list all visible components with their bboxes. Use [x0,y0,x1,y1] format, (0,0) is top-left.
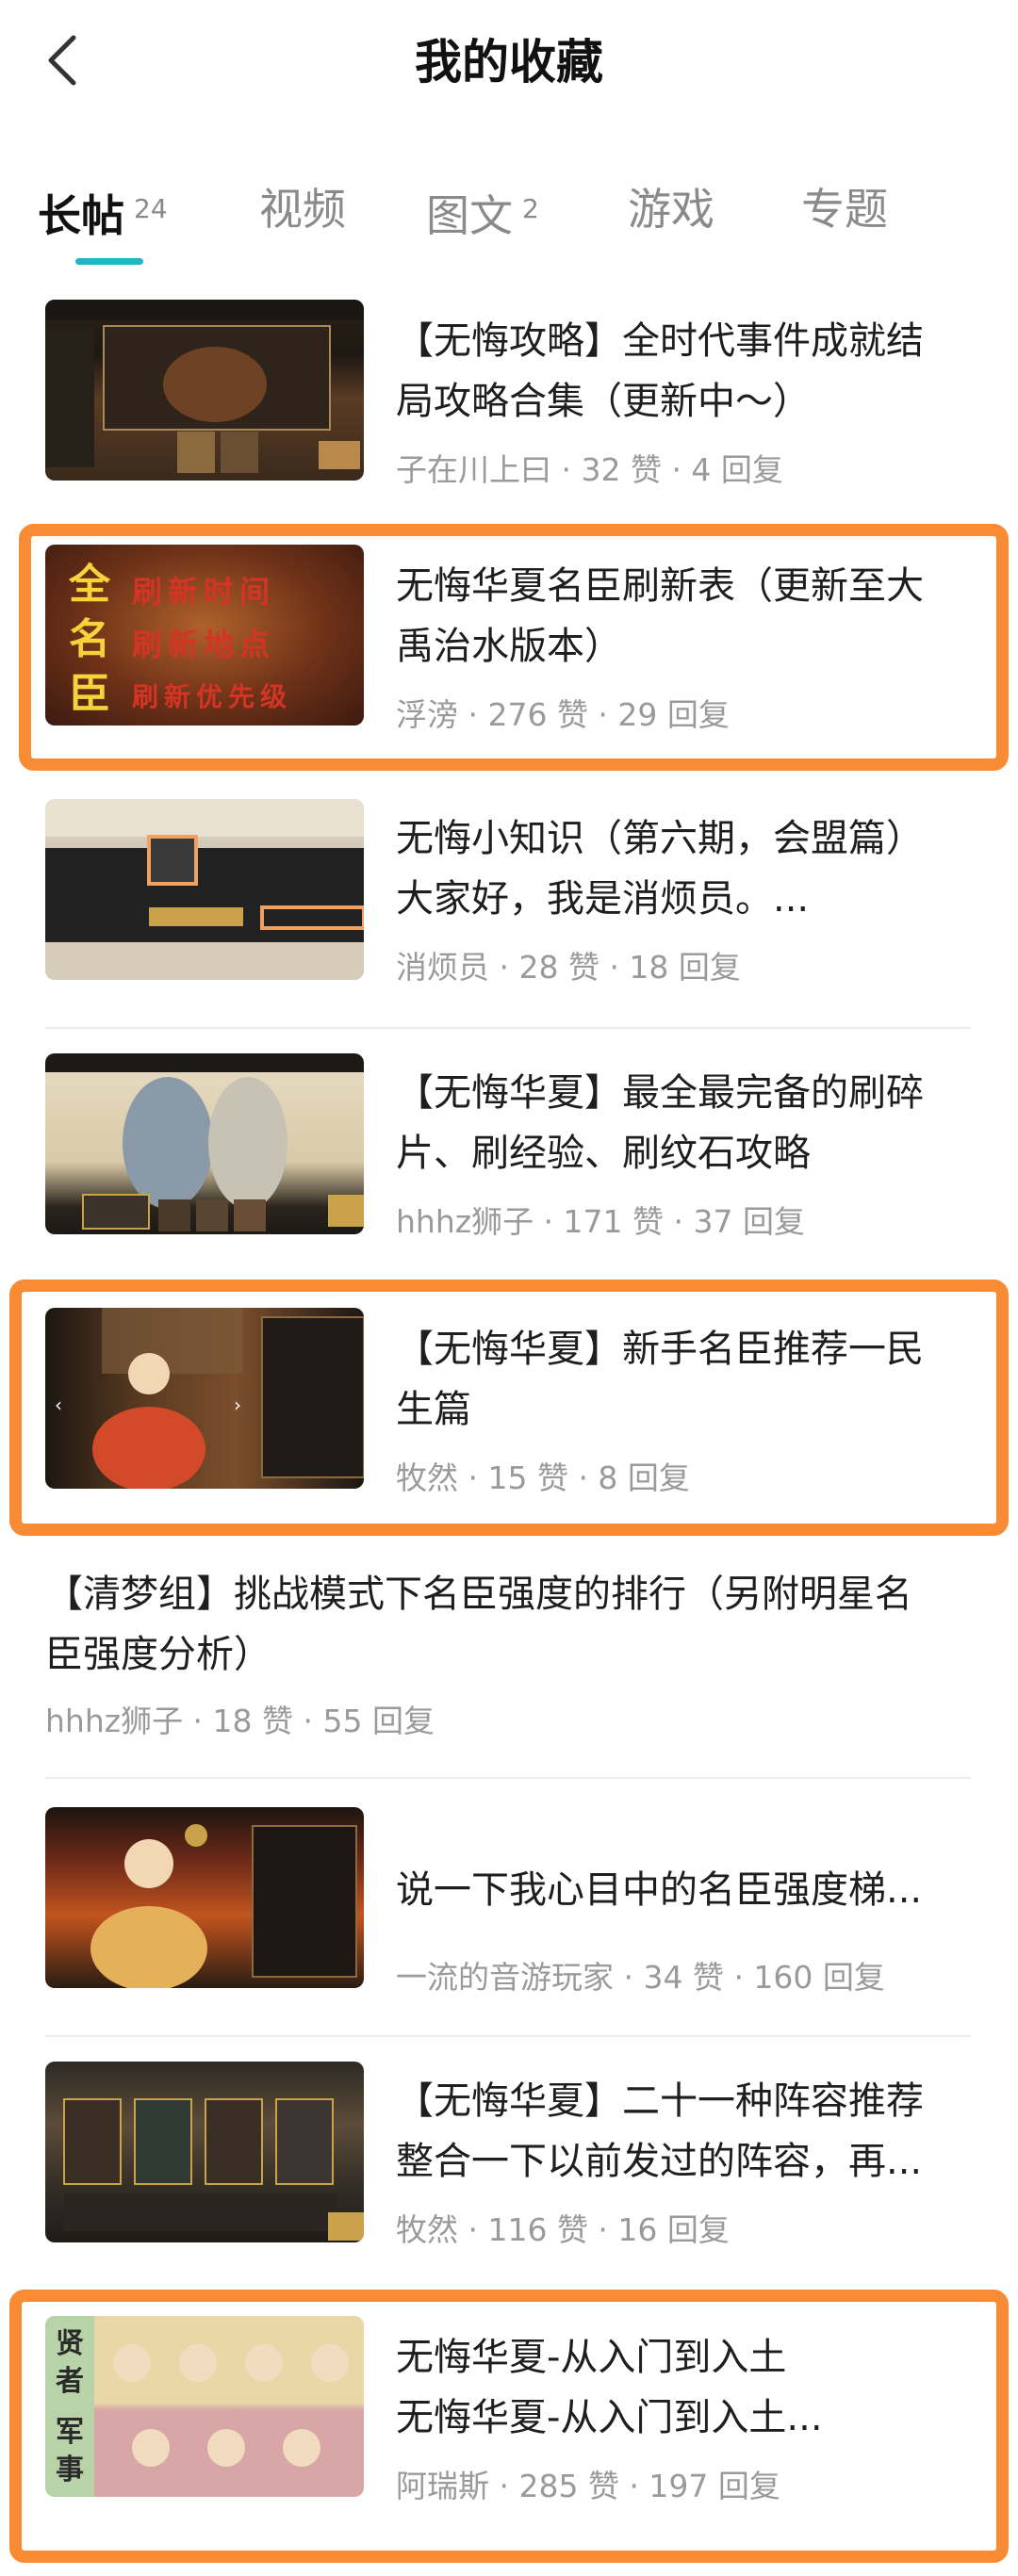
list-item[interactable]: 全 名 臣 刷新时间 刷新地点 刷新优先级 无悔华夏名臣刷新表（更新至大 禹治水… [0,537,1018,782]
thumb-char: 者 [56,2365,84,2398]
thumb-line: 刷新优先级 [132,681,293,712]
post-title-line2: 臣强度分析） [45,1633,271,1676]
post-title: 【无悔华夏】最全最完备的刷碎 [396,1071,924,1115]
tab-games[interactable]: 游戏 [628,171,714,256]
svg-text:›: › [234,1394,241,1416]
thumb-char: 军 [56,2416,84,2449]
tab-long-posts[interactable]: 长帖 24 [38,171,168,256]
thumb-char: 贤 [56,2327,84,2360]
post-meta: 牧然 · 15 赞 · 8 回复 [396,1459,690,1496]
post-thumbnail: 全 名 臣 刷新时间 刷新地点 刷新优先级 [45,545,364,726]
post-meta: 消烦员 · 28 赞 · 18 回复 [396,949,741,986]
list-item[interactable]: ‹ › 【无悔华夏】新手名臣推荐一民 生篇 牧然 · 15 赞 · 8 回复 [0,1300,1018,1545]
svg-text:‹: ‹ [55,1394,62,1416]
tab-count: 24 [134,193,168,224]
post-thumbnail [45,2062,364,2242]
list-item[interactable]: 说一下我心目中的名臣强度梯... 一流的音游玩家 · 34 赞 · 160 回复 [0,1800,1018,2045]
tab-bar: 长帖 24 视频 图文 2 游戏 专题 [0,160,1018,273]
post-meta: hhhz狮子 · 171 赞 · 37 回复 [396,1203,805,1240]
post-title: 无悔小知识（第六期，会盟篇） [396,817,924,860]
post-title-line2: 片、刷经验、刷纹石攻略 [396,1132,811,1175]
list-item[interactable]: 【无悔攻略】全时代事件成就结 局攻略合集（更新中～） 子在川上曰 · 32 赞 … [0,292,1018,530]
page-title: 我的收藏 [415,35,603,90]
thumb-line: 刷新地点 [132,627,276,662]
thumb-char: 全 [69,561,110,609]
post-title-line2: 无悔华夏-从入门到入土... [396,2396,823,2439]
list-item[interactable]: 【清梦组】挑战模式下名臣强度的排行（另附明星名 臣强度分析） hhhz狮子 · … [0,1555,1018,1790]
post-thumbnail: ‹ › [45,1308,364,1489]
divider [45,2035,971,2037]
post-title: 【无悔攻略】全时代事件成就结 [396,319,924,363]
post-thumbnail [45,1807,364,1988]
tab-count: 2 [522,193,539,224]
post-title: 【清梦组】挑战模式下名臣强度的排行（另附明星名 [45,1573,912,1616]
post-meta: hhhz狮子 · 18 赞 · 55 回复 [45,1703,435,1739]
tab-label: 图文 [426,190,513,241]
post-title: 说一下我心目中的名臣强度梯... [396,1868,923,1912]
post-thumbnail [45,1053,364,1234]
post-title: 无悔华夏-从入门到入土 [396,2336,787,2379]
divider [45,1777,971,1779]
tab-label: 长帖 [38,190,124,241]
header: 我的收藏 [0,0,1018,132]
thumb-char: 事 [56,2454,84,2486]
tab-topics[interactable]: 专题 [801,171,888,256]
divider [45,528,971,530]
thumb-char: 名 [69,615,110,663]
post-thumbnail [45,799,364,980]
tab-label: 视频 [259,184,346,235]
tab-label: 游戏 [628,184,714,235]
post-title: 【无悔华夏】二十一种阵容推荐 [396,2079,924,2123]
post-title-line2: 大家好，我是消烦员。... [396,877,810,921]
list-item[interactable]: 【无悔华夏】最全最完备的刷碎 片、刷经验、刷纹石攻略 hhhz狮子 · 171 … [0,1046,1018,1291]
divider [45,1027,971,1029]
post-meta: 一流的音游玩家 · 34 赞 · 160 回复 [396,1959,885,1996]
post-meta: 牧然 · 116 赞 · 16 回复 [396,2211,730,2248]
post-thumbnail: 贤 者 军 事 [45,2316,364,2497]
list-item[interactable]: 无悔小知识（第六期，会盟篇） 大家好，我是消烦员。... 消烦员 · 28 赞 … [0,791,1018,1036]
post-meta: 浮滂 · 276 赞 · 29 回复 [396,696,730,733]
post-meta: 阿瑞斯 · 285 赞 · 197 回复 [396,2468,780,2504]
post-title-line2: 禹治水版本） [396,625,622,668]
list-item[interactable]: 【无悔华夏】二十一种阵容推荐 整合一下以前发过的阵容，再... 牧然 · 116… [0,2054,1018,2299]
list-item[interactable]: 贤 者 军 事 无悔华夏-从入门到入土 无悔华夏-从入门到入土... 阿瑞斯 ·… [0,2308,1018,2553]
thumb-char: 臣 [69,670,110,718]
tab-image-text[interactable]: 图文 2 [426,171,539,256]
active-tab-indicator [75,258,143,265]
tab-videos[interactable]: 视频 [259,171,346,256]
post-title: 【无悔华夏】新手名臣推荐一民 [396,1328,924,1371]
post-title-line2: 局攻略合集（更新中～） [396,380,811,423]
post-title-line2: 生篇 [396,1388,471,1431]
thumb-line: 刷新时间 [132,574,276,610]
tab-label: 专题 [801,184,888,235]
post-thumbnail [45,300,364,481]
post-title-line2: 整合一下以前发过的阵容，再... [396,2140,923,2183]
post-meta: 子在川上曰 · 32 赞 · 4 回复 [396,451,783,488]
post-title: 无悔华夏名臣刷新表（更新至大 [396,564,924,608]
